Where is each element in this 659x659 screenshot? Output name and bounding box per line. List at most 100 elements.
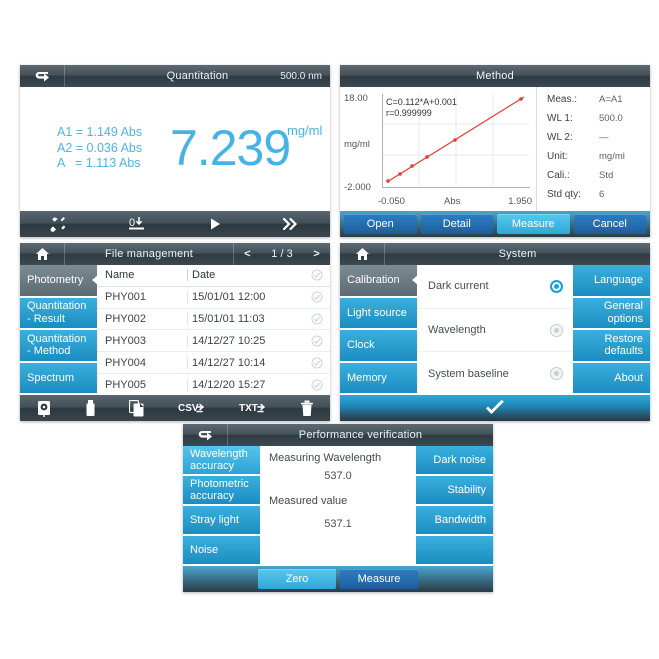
correlation-coefficient: r=0.999999 — [386, 108, 432, 118]
radio-button[interactable] — [550, 367, 563, 381]
calibration-chart[interactable]: 18.00 mg/ml -2.000 C=0.112*A+0.001 r=0.9… — [340, 87, 536, 211]
quantitation-toolbar: 0 — [20, 211, 330, 237]
radio-button[interactable] — [550, 323, 563, 337]
equation-annotation: C=0.112*A+0.001 r=0.999999 — [386, 97, 457, 119]
method-button-row: Open Detail Measure Cancel — [340, 211, 650, 237]
param-value: 6 — [599, 189, 605, 200]
calibration-options: Dark current Wavelength System baseline — [417, 265, 573, 395]
tab-dark-noise[interactable]: Dark noise — [416, 446, 493, 476]
tab-photometric-accuracy[interactable]: Photometric accuracy — [183, 476, 260, 506]
open-button[interactable]: Open — [344, 214, 417, 234]
table-header-row: Name Date — [97, 265, 330, 287]
tab-clock[interactable]: Clock — [340, 330, 417, 363]
trash-icon[interactable] — [300, 400, 314, 417]
file-category-tabs: Photometry Quantitation - Result Quantit… — [20, 265, 98, 395]
method-header: Method — [340, 65, 650, 87]
concentration-value: 7.239 — [170, 120, 291, 176]
back-button[interactable] — [183, 424, 228, 446]
zero-button[interactable]: Zero — [258, 569, 336, 589]
row-checkbox[interactable] — [304, 357, 330, 369]
checkmark-icon[interactable] — [484, 399, 506, 417]
x-axis-min-label: -0.050 — [378, 196, 405, 207]
option-row-system-baseline[interactable]: System baseline — [417, 352, 573, 395]
tab-stability[interactable]: Stability — [416, 476, 493, 506]
tab-spectrum[interactable]: Spectrum — [20, 362, 97, 395]
home-button[interactable] — [20, 243, 65, 265]
row-checkbox[interactable] — [304, 291, 330, 303]
y-axis-max-label: 18.00 — [344, 93, 368, 104]
param-value: A=A1 — [599, 94, 623, 105]
quantitation-header: Quantitation 500.0 nm — [20, 65, 330, 87]
column-header-name: Name — [105, 269, 135, 282]
detail-button[interactable]: Detail — [420, 214, 493, 234]
system-header: System — [340, 243, 650, 265]
table-row[interactable]: PHY003 14/12/27 10:25 — [97, 330, 330, 353]
option-label: Dark current — [428, 280, 489, 293]
table-row[interactable]: PHY001 15/01/01 12:00 — [97, 287, 330, 309]
tab-photometry[interactable]: Photometry — [20, 265, 98, 298]
file-name: PHY005 — [105, 378, 146, 391]
tab-quantitation-method[interactable]: Quantitation - Method — [20, 330, 97, 363]
play-icon[interactable] — [208, 217, 222, 231]
param-value: 500.0 — [599, 113, 623, 124]
y-axis-min-label: -2.000 — [344, 182, 371, 193]
internal-disk-icon[interactable] — [36, 400, 52, 417]
performance-header: Performance verification — [183, 424, 493, 446]
table-row[interactable]: PHY004 14/12/27 10:14 — [97, 352, 330, 375]
home-button[interactable] — [340, 243, 385, 265]
measure-button[interactable]: Measure — [497, 214, 570, 234]
tools-icon[interactable] — [50, 216, 68, 232]
system-left-tabs: Calibration Light source Clock Memory — [340, 265, 418, 395]
param-key: WL 1: — [547, 113, 573, 124]
tab-noise[interactable]: Noise — [183, 536, 260, 566]
quantitation-panel: Quantitation 500.0 nm A1 = 1.149 Abs A2 … — [20, 65, 330, 237]
row-checkbox[interactable] — [304, 335, 330, 347]
option-row-dark-current[interactable]: Dark current — [417, 265, 573, 309]
usb-drive-icon[interactable] — [85, 399, 96, 417]
tab-calibration[interactable]: Calibration — [340, 265, 418, 298]
table-row[interactable]: PHY005 14/12/20 15:27 — [97, 374, 330, 395]
option-label: Wavelength — [428, 324, 486, 336]
tab-bandwidth[interactable]: Bandwidth — [416, 506, 493, 536]
performance-readout: Measuring Wavelength 537.0 Measured valu… — [260, 446, 416, 566]
file-date: 14/12/27 10:25 — [187, 334, 304, 347]
row-checkbox[interactable] — [304, 313, 330, 325]
param-row: WL 2: — — [547, 128, 650, 147]
performance-left-tabs: Wavelength accuracy Photometric accuracy… — [183, 446, 260, 566]
tab-general-options[interactable]: General options — [573, 297, 650, 330]
regression-equation: C=0.112*A+0.001 — [386, 97, 457, 107]
tab-about[interactable]: About — [573, 362, 650, 395]
zero-icon[interactable]: 0 — [128, 216, 148, 232]
row-checkbox[interactable] — [304, 379, 330, 391]
param-key: WL 2: — [547, 132, 573, 143]
quantitation-body: A1 = 1.149 Abs A2 = 0.036 Abs A = 1.113 … — [20, 87, 330, 211]
double-chevron-right-icon[interactable] — [282, 217, 300, 231]
file-date: 15/01/01 12:00 — [187, 291, 304, 304]
option-row-wavelength[interactable]: Wavelength — [417, 309, 573, 353]
cancel-button[interactable]: Cancel — [573, 214, 646, 234]
system-body: Calibration Light source Clock Memory Da… — [340, 265, 650, 395]
measure-button[interactable]: Measure — [340, 569, 418, 589]
home-icon — [35, 247, 50, 261]
home-icon — [355, 247, 370, 261]
txt-export-icon[interactable]: TXT — [239, 400, 267, 417]
back-arrow-icon — [34, 70, 50, 83]
tab-restore-defaults[interactable]: Restore defaults — [573, 330, 650, 363]
next-page-button[interactable]: > — [313, 248, 319, 260]
measured-value-label: Measured value — [269, 495, 348, 507]
tab-memory[interactable]: Memory — [340, 362, 417, 395]
tab-light-source[interactable]: Light source — [340, 297, 417, 330]
csv-export-icon[interactable]: CSV — [178, 400, 206, 417]
select-all-checkbox[interactable] — [304, 269, 330, 281]
performance-body: Wavelength accuracy Photometric accuracy… — [183, 446, 493, 566]
table-row[interactable]: PHY002 15/01/01 11:03 — [97, 309, 330, 331]
tab-wavelength-accuracy[interactable]: Wavelength accuracy — [183, 446, 260, 476]
tab-stray-light[interactable]: Stray light — [183, 506, 260, 536]
back-button[interactable] — [20, 65, 65, 87]
tab-quantitation-result[interactable]: Quantitation - Result — [20, 297, 97, 330]
copy-file-icon[interactable] — [128, 399, 145, 417]
radio-button-selected[interactable] — [550, 279, 563, 293]
prev-page-button[interactable]: < — [244, 248, 250, 260]
method-parameter-list: Meas.: A=A1 WL 1: 500.0 WL 2: — Unit: mg/ml … — [536, 87, 650, 211]
tab-language[interactable]: Language — [573, 265, 650, 298]
